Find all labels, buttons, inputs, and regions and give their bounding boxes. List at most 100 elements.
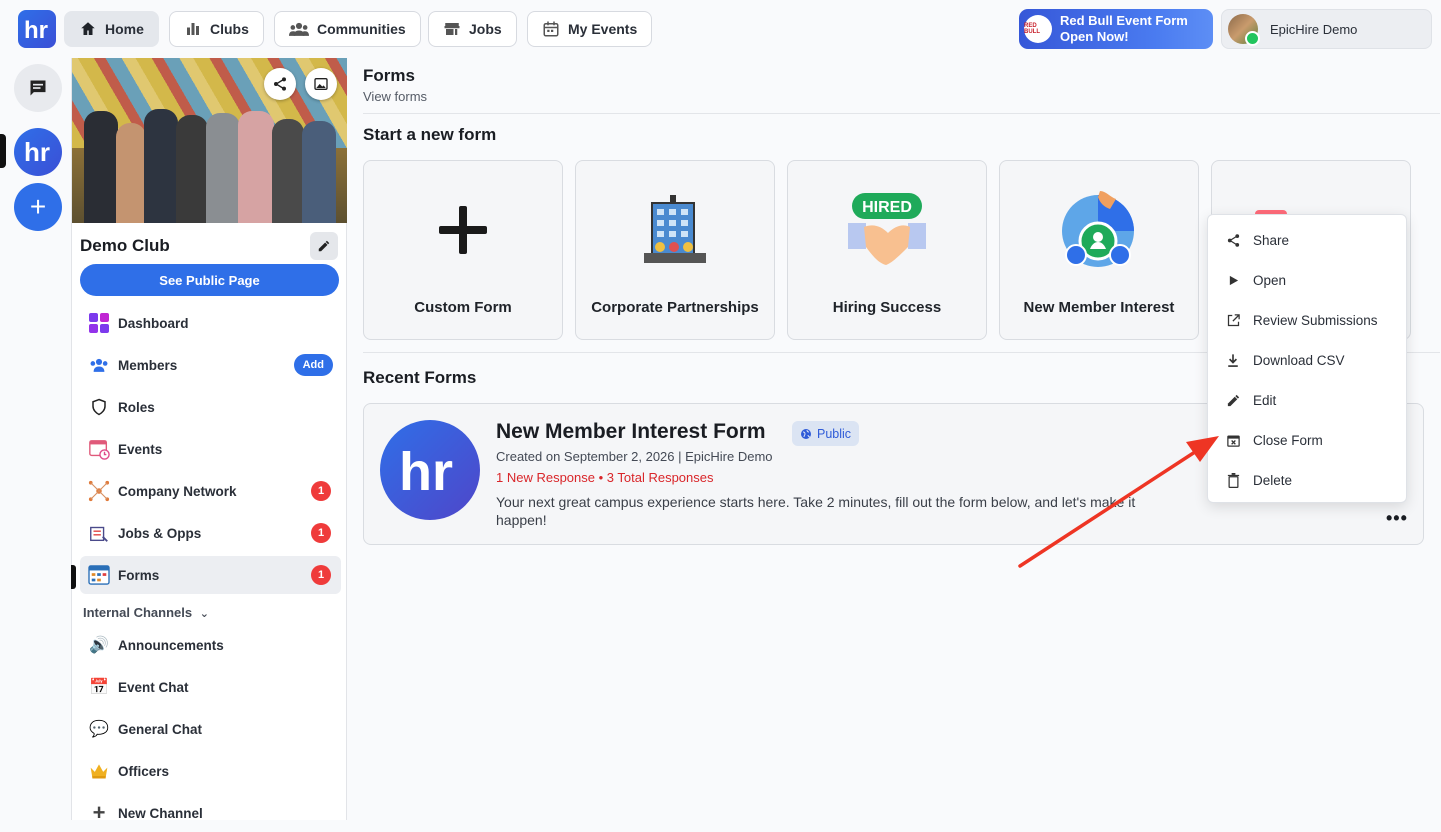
app-logo[interactable]: hr [18, 10, 56, 48]
template-card-corporate-partnerships[interactable]: Corporate Partnerships [575, 160, 775, 340]
add-club-button[interactable]: + [14, 183, 62, 231]
messages-button[interactable] [14, 64, 62, 112]
template-card-new-member-interest[interactable]: New Member Interest [999, 160, 1199, 340]
nav-home[interactable]: Home [64, 11, 159, 47]
nav-jobs[interactable]: Jobs [428, 11, 517, 47]
template-label: Custom Form [414, 299, 512, 316]
trash-icon [1224, 472, 1242, 488]
calendar-icon [88, 438, 110, 460]
sidebar-item-label: Jobs & Opps [118, 525, 202, 541]
jobs-icon [88, 522, 110, 544]
template-card-custom-form[interactable]: Custom Form [363, 160, 563, 340]
menu-item-review-submissions[interactable]: Review Submissions [1208, 300, 1406, 340]
store-icon [444, 23, 460, 35]
visibility-label: Public [817, 426, 852, 441]
svg-text:hr: hr [24, 138, 50, 166]
menu-item-label: Delete [1253, 472, 1293, 488]
forms-icon [88, 564, 110, 586]
form-logo: hr [380, 420, 480, 520]
see-public-page-button[interactable]: See Public Page [80, 264, 339, 296]
top-bar: hr Home Clubs Communities Jobs My Events… [0, 0, 1441, 58]
form-responses[interactable]: 1 New Response • 3 Total Responses [496, 470, 714, 485]
menu-item-open[interactable]: Open [1208, 260, 1406, 300]
left-rail: hr + [0, 58, 72, 820]
sidebar-item-label: Events [118, 441, 163, 457]
page-title: Forms [363, 66, 415, 85]
channel-announcements[interactable]: 🔊 Announcements [80, 626, 341, 664]
template-label: Corporate Partnerships [591, 299, 759, 316]
profile-menu[interactable]: EpicHire Demo [1221, 9, 1432, 49]
channel-new-channel[interactable]: + New Channel [80, 794, 341, 832]
calendar-icon [543, 21, 559, 37]
sidebar-item-company-network[interactable]: Company Network 1 [80, 472, 341, 510]
chat-icon [30, 80, 46, 96]
bar-chart-icon [187, 23, 199, 35]
sidebar-item-label: Members [118, 357, 178, 373]
crown-icon [88, 760, 110, 782]
sidebar-item-members[interactable]: Members Add [80, 346, 341, 384]
divider [363, 113, 1440, 114]
sidebar-item-forms[interactable]: Forms 1 [80, 556, 341, 594]
channel-event-chat[interactable]: 📅 Event Chat [80, 668, 341, 706]
sidebar-item-jobs-opps[interactable]: Jobs & Opps 1 [80, 514, 341, 552]
share-icon [274, 77, 286, 91]
more-options-icon[interactable]: ••• [1386, 508, 1408, 529]
menu-item-label: Edit [1253, 392, 1277, 408]
recent-forms-heading: Recent Forms [363, 368, 477, 387]
edit-club-button[interactable] [310, 232, 338, 260]
section-label: Internal Channels [83, 605, 193, 620]
sidebar-item-label: Roles [118, 399, 155, 415]
menu-item-edit[interactable]: Edit [1208, 380, 1406, 420]
change-cover-button[interactable] [305, 68, 337, 100]
count-badge: 1 [311, 565, 331, 585]
template-card-hiring-success[interactable]: HIRED Hiring Success [787, 160, 987, 340]
menu-item-close-form[interactable]: Close Form [1208, 420, 1406, 460]
add-member-button[interactable]: Add [293, 354, 333, 376]
club-switcher-demo-club[interactable]: hr [14, 128, 62, 176]
menu-item-share[interactable]: Share [1208, 220, 1406, 260]
svg-text:hr: hr [399, 442, 453, 498]
pencil-icon [318, 240, 330, 252]
sidebar-item-events[interactable]: Events [80, 430, 341, 468]
channel-general-chat[interactable]: 💬 General Chat [80, 710, 341, 748]
calendar-close-icon [1224, 433, 1242, 448]
sidebar-item-roles[interactable]: Roles [80, 388, 341, 426]
profile-name: EpicHire Demo [1270, 21, 1358, 37]
home-icon [81, 22, 95, 35]
template-label: Hiring Success [832, 299, 942, 316]
form-description: Your next great campus experience starts… [496, 494, 1136, 528]
form-title[interactable]: New Member Interest Form [496, 420, 766, 444]
channel-label: Event Chat [118, 679, 189, 695]
menu-item-delete[interactable]: Delete [1208, 460, 1406, 500]
internal-channels-toggle[interactable]: Internal Channels ⌄ [83, 605, 209, 620]
building-icon [630, 185, 720, 275]
play-icon [1224, 275, 1242, 286]
nav-clubs-label: Clubs [210, 21, 249, 37]
channel-label: New Channel [118, 805, 203, 821]
form-meta: Created on September 2, 2026 | EpicHire … [496, 449, 773, 464]
members-icon [88, 354, 110, 376]
menu-item-label: Download CSV [1253, 352, 1345, 368]
channel-label: Officers [118, 763, 170, 779]
sidebar-item-dashboard[interactable]: Dashboard [80, 304, 341, 342]
share-cover-button[interactable] [264, 68, 296, 100]
channel-officers[interactable]: Officers [80, 752, 341, 790]
calendar-icon: 📅 [89, 679, 109, 696]
club-logo-icon: hr [24, 138, 50, 166]
nav-jobs-label: Jobs [469, 21, 502, 37]
nav-my-events[interactable]: My Events [527, 11, 653, 47]
menu-item-label: Open [1253, 272, 1287, 288]
external-link-icon [1224, 313, 1242, 328]
menu-item-label: Close Form [1253, 432, 1323, 448]
handshake-icon: HIRED [842, 185, 932, 275]
menu-item-download-csv[interactable]: Download CSV [1208, 340, 1406, 380]
nav-clubs[interactable]: Clubs [169, 11, 264, 47]
club-cover-photo [72, 58, 347, 223]
nav-communities[interactable]: Communities [274, 11, 421, 47]
chevron-down-icon: ⌄ [199, 608, 209, 620]
start-form-heading: Start a new form [363, 125, 497, 144]
plus-icon: + [29, 191, 47, 222]
promo-banner[interactable]: RED BULL Red Bull Event Form Open Now! [1019, 9, 1213, 49]
count-badge: 1 [311, 523, 331, 543]
sidebar-item-label: Forms [118, 567, 160, 583]
